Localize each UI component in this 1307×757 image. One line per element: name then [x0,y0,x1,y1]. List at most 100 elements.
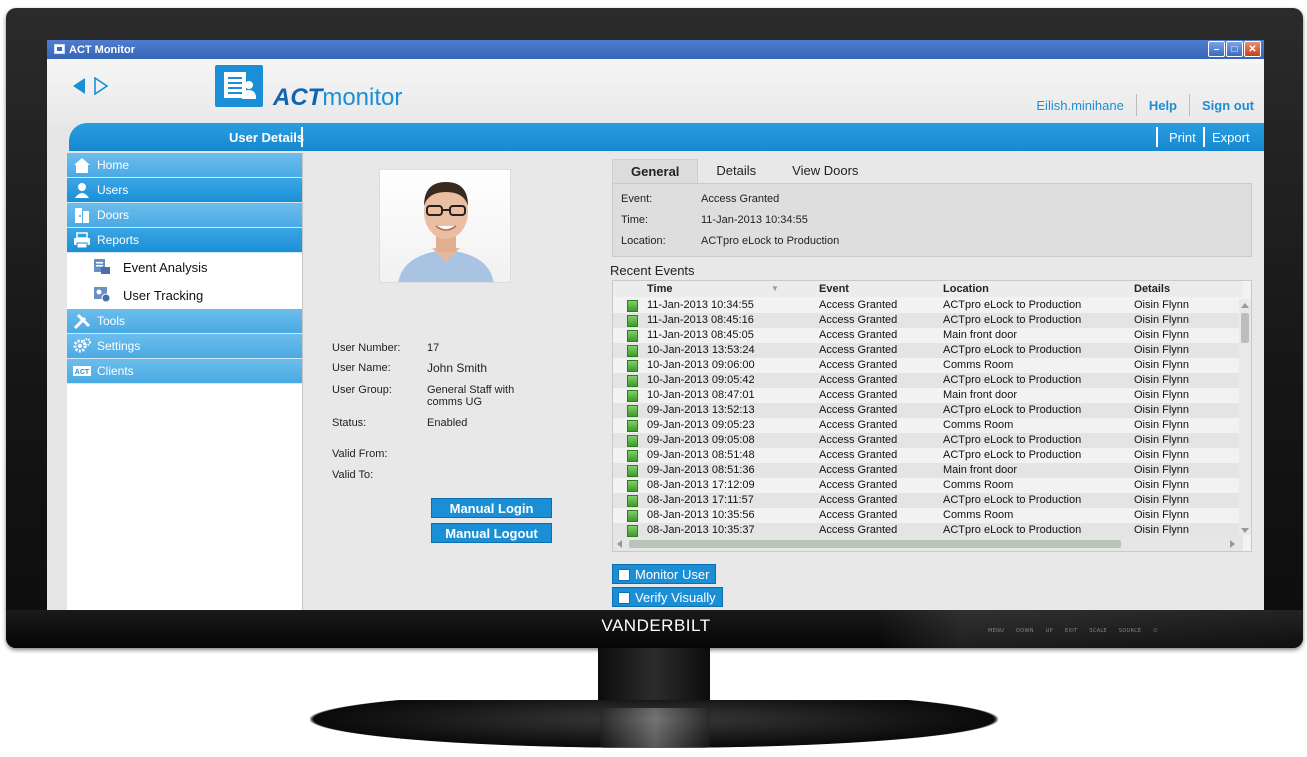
sidebar-item-settings[interactable]: Settings [67,334,302,359]
scroll-right-icon[interactable] [1230,540,1235,548]
table-row[interactable]: 11-Jan-2013 10:34:55 Access Granted ACTpro… [613,298,1243,313]
column-header-details[interactable]: Details [1134,283,1170,295]
monitor-button-down[interactable]: DOWN [1016,628,1034,634]
cell-event: Access Granted [819,314,898,326]
status-granted-icon [627,375,638,387]
maximize-button[interactable]: □ [1226,41,1243,57]
manual-logout-button[interactable]: Manual Logout [431,523,552,543]
sidebar-item-label: Tools [97,314,126,328]
sidebar-item-event-analysis[interactable]: Event Analysis [67,253,302,281]
table-row[interactable]: 08-Jan-2013 10:35:37 Access Granted ACTpro… [613,523,1243,538]
scroll-down-icon[interactable] [1241,528,1249,533]
table-row[interactable]: 08-Jan-2013 10:35:56 Access Granted Comms … [613,508,1243,523]
cell-location: Comms Room [943,359,1014,371]
sidebar-item-reports[interactable]: Reports [67,228,302,253]
location-value: ACTpro eLock to Production [701,235,840,247]
sidebar-item-label: Home [97,158,130,172]
forward-arrow-icon[interactable] [93,77,109,95]
cell-event: Access Granted [819,299,898,311]
cell-location: Main front door [943,389,1017,401]
table-row[interactable]: 10-Jan-2013 13:53:24 Access Granted ACTpro… [613,343,1243,358]
verify-visually-checkbox[interactable]: Verify Visually [612,587,723,607]
table-row[interactable]: 09-Jan-2013 08:51:36 Access Granted Main f… [613,463,1243,478]
monitor-button-exit[interactable]: EXIT [1065,628,1077,634]
sidebar-item-tools[interactable]: Tools [67,309,302,334]
monitor-user-checkbox[interactable]: Monitor User [612,564,717,584]
cell-location: Main front door [943,329,1017,341]
cell-details: Oisin Flynn [1134,374,1190,386]
cell-time: 11-Jan-2013 10:34:55 [647,299,754,311]
sidebar-item-home[interactable]: Home [67,153,302,178]
monitor-button-source[interactable]: SOURCE [1119,628,1141,634]
window-titlebar[interactable]: ACT Monitor – □ ✕ [47,40,1264,59]
cell-details: Oisin Flynn [1134,509,1190,521]
tab-view-doors[interactable]: View Doors [774,159,876,183]
table-row[interactable]: 09-Jan-2013 09:05:23 Access Granted Comms … [613,418,1243,433]
column-header-location[interactable]: Location [943,283,989,295]
nav-arrows [73,77,109,95]
username-link[interactable]: Eilish.minihane [1036,98,1123,113]
stand-highlight [600,708,710,748]
table-row[interactable]: 09-Jan-2013 13:52:13 Access Granted ACTpro… [613,403,1243,418]
power-icon[interactable]: ⏻ [1153,628,1157,634]
help-link[interactable]: Help [1149,98,1177,113]
table-row[interactable]: 10-Jan-2013 08:47:01 Access Granted Main f… [613,388,1243,403]
scroll-thumb[interactable] [629,540,1121,548]
close-button[interactable]: ✕ [1244,41,1261,57]
print-button[interactable]: Print [1169,130,1196,145]
sort-arrow-icon[interactable]: ▼ [771,284,779,293]
valid-from-row: Valid From: [332,448,427,460]
event-panel: General Details View Doors Event: Access … [604,153,1264,610]
table-row[interactable]: 10-Jan-2013 09:06:00 Access Granted Comms … [613,358,1243,373]
valid-from-label: Valid From: [332,448,388,460]
cell-event: Access Granted [819,359,898,371]
tab-general[interactable]: General [612,159,699,183]
scroll-left-icon[interactable] [617,540,622,548]
status-granted-icon [627,510,638,522]
scroll-up-icon[interactable] [1241,303,1249,308]
table-row[interactable]: 08-Jan-2013 17:11:57 Access Granted ACTpro… [613,493,1243,508]
tab-details[interactable]: Details [698,159,774,183]
event-row: Event: Access Granted [621,193,779,205]
status-granted-icon [627,465,638,477]
event-analysis-icon [94,259,110,274]
table-row[interactable]: 08-Jan-2013 17:12:09 Access Granted Comms … [613,478,1243,493]
cell-details: Oisin Flynn [1134,464,1190,476]
sidebar-item-user-tracking[interactable]: User Tracking [67,281,302,309]
vertical-scrollbar[interactable] [1239,299,1251,535]
cell-event: Access Granted [819,434,898,446]
checkbox-icon[interactable] [618,569,630,581]
table-row[interactable]: 11-Jan-2013 08:45:16 Access Granted ACTpro… [613,313,1243,328]
app-header: ACTmonitor Eilish.minihane Help Sign out [47,59,1264,123]
sign-out-link[interactable]: Sign out [1202,98,1254,113]
table-row[interactable]: 10-Jan-2013 09:05:42 Access Granted ACTpro… [613,373,1243,388]
user-group-row: User Group: General Staff with comms UG [332,384,547,408]
manual-login-button[interactable]: Manual Login [431,498,552,518]
table-row[interactable]: 09-Jan-2013 08:51:48 Access Granted ACTpro… [613,448,1243,463]
cell-details: Oisin Flynn [1134,344,1190,356]
monitor-button-up[interactable]: UP [1046,628,1053,634]
export-button[interactable]: Export [1212,130,1250,145]
column-header-time[interactable]: Time [647,283,672,295]
tabs: General Details View Doors [612,159,876,183]
sidebar-item-users[interactable]: Users [67,178,302,203]
sidebar-item-label: Event Analysis [123,259,208,275]
table-row[interactable]: 09-Jan-2013 09:05:08 Access Granted ACTpro… [613,433,1243,448]
back-arrow-icon[interactable] [73,78,85,94]
user-group-value: General Staff with comms UG [427,384,515,408]
monitor-button-scale[interactable]: SCALE [1089,628,1107,634]
sidebar-item-clients[interactable]: ACT Clients [67,359,302,384]
status-label: Status: [332,417,367,429]
checkbox-icon[interactable] [618,592,630,604]
cell-time: 10-Jan-2013 13:53:24 [647,344,755,356]
column-header-event[interactable]: Event [819,283,849,295]
location-label: Location: [621,235,666,247]
minimize-button[interactable]: – [1208,41,1225,57]
cell-details: Oisin Flynn [1134,434,1190,446]
horizontal-scrollbar[interactable] [613,537,1243,551]
scroll-thumb[interactable] [1241,313,1249,343]
recent-events-table: Time ▼ Event Location Details 11-Jan-201… [612,280,1252,552]
monitor-button-menu[interactable]: MENU [988,628,1004,634]
table-row[interactable]: 11-Jan-2013 08:45:05 Access Granted Main f… [613,328,1243,343]
sidebar-item-doors[interactable]: Doors [67,203,302,228]
